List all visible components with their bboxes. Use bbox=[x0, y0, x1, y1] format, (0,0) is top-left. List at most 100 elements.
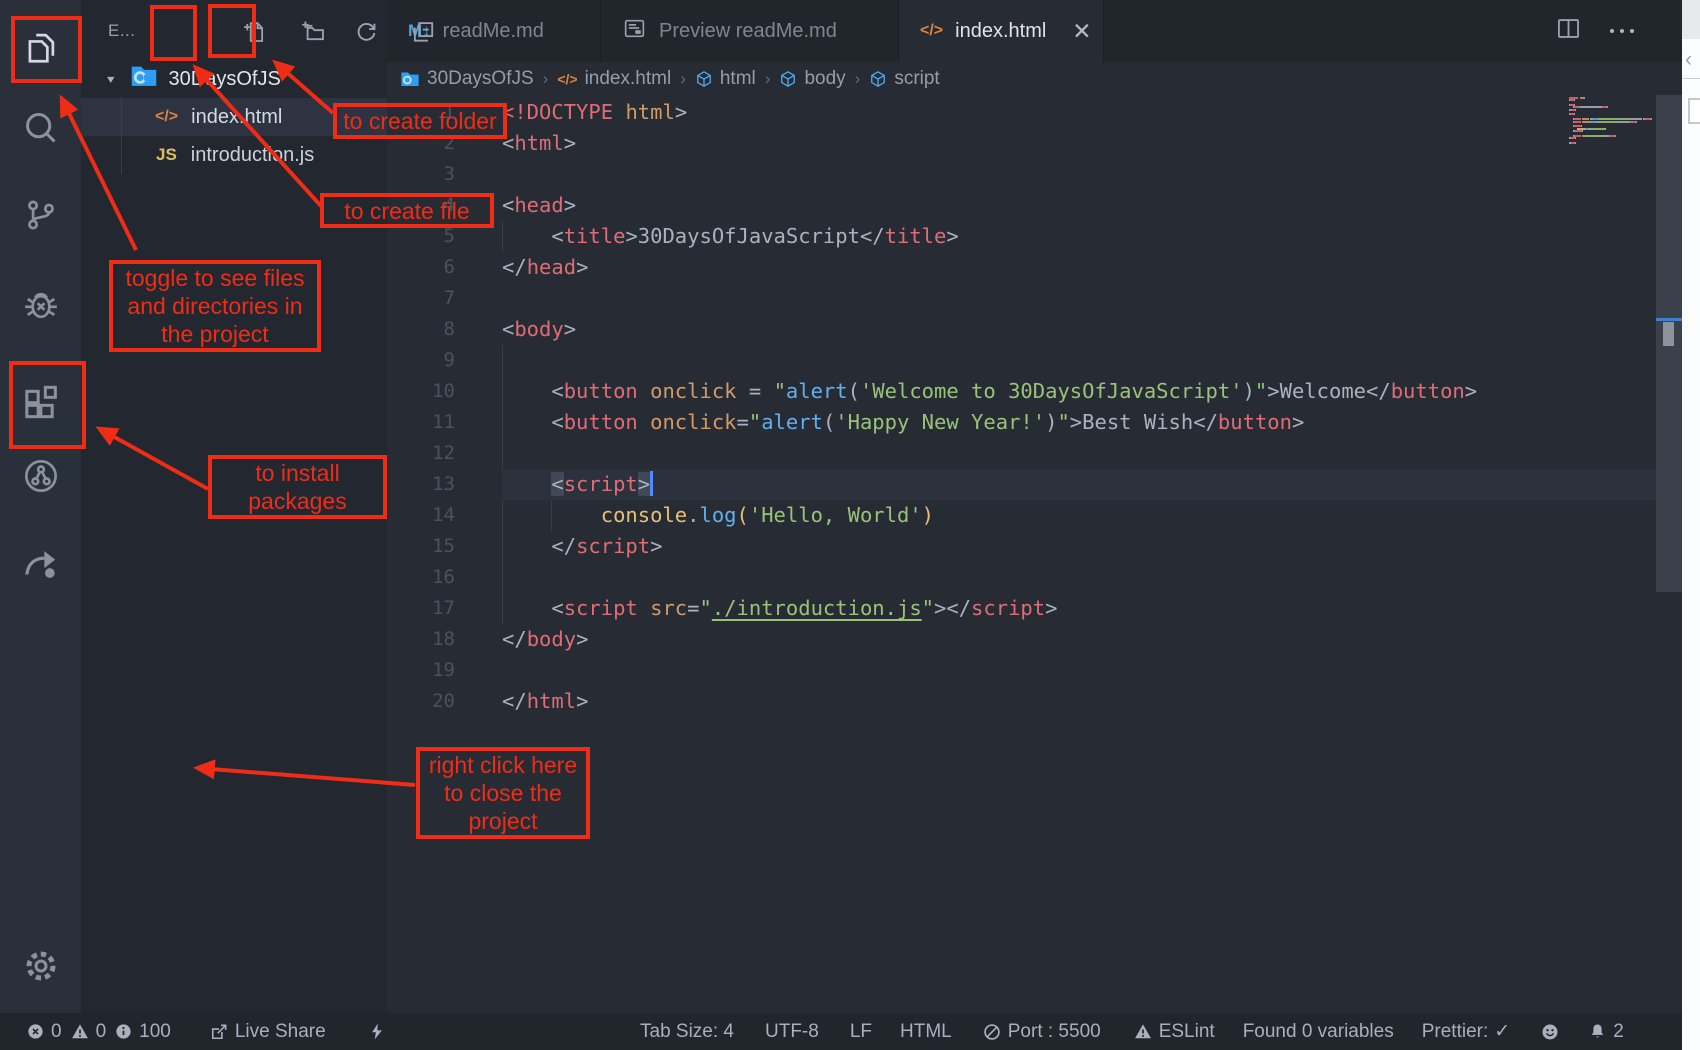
tree-indent-guide bbox=[121, 98, 122, 174]
explorer-title: E... bbox=[108, 21, 136, 41]
code-line[interactable]: 16 bbox=[387, 562, 1682, 593]
file-row-introduction-js[interactable]: JS introduction.js bbox=[81, 136, 387, 174]
code-line[interactable]: 18</body> bbox=[387, 624, 1682, 655]
code-line[interactable]: 7 bbox=[387, 283, 1682, 314]
code-line[interactable]: 19 bbox=[387, 655, 1682, 686]
code-editor[interactable]: 1<!DOCTYPE html>2<html>34<head>5 <title>… bbox=[387, 95, 1682, 1013]
more-actions-icon[interactable] bbox=[1610, 29, 1634, 33]
encoding-status[interactable]: UTF-8 bbox=[765, 1021, 819, 1043]
source-control-icon[interactable] bbox=[0, 196, 81, 234]
explorer-header: E... bbox=[81, 0, 387, 58]
info-icon bbox=[114, 1022, 133, 1041]
search-icon[interactable] bbox=[0, 109, 81, 147]
warnings-status[interactable]: 0 bbox=[70, 1021, 107, 1043]
tab-index-html[interactable]: </> index.html ✕ bbox=[899, 0, 1104, 62]
folder-icon bbox=[400, 70, 420, 88]
code-line[interactable]: 4<head> bbox=[387, 190, 1682, 221]
tab-label: index.html bbox=[955, 20, 1046, 43]
eslint-status[interactable]: ESLint bbox=[1133, 1021, 1215, 1043]
eol-status[interactable]: LF bbox=[850, 1021, 872, 1043]
folder-name: 30DaysOfJS bbox=[169, 68, 281, 91]
feedback-smiley-icon[interactable] bbox=[1540, 1022, 1560, 1042]
variables-status[interactable]: Found 0 variables bbox=[1243, 1021, 1394, 1043]
cube-icon bbox=[695, 70, 713, 88]
vscode-window: E... bbox=[0, 0, 1700, 1050]
settings-gear-icon[interactable] bbox=[0, 946, 81, 986]
tab-label: readMe.md bbox=[443, 20, 544, 43]
live-share-button[interactable]: Live Share bbox=[209, 1021, 326, 1043]
breadcrumb-item[interactable]: script bbox=[869, 68, 939, 90]
breadcrumb: 30DaysOfJS › </> index.html › html › bod… bbox=[387, 62, 1682, 95]
breadcrumb-separator: › bbox=[855, 69, 861, 89]
chevron-left-icon[interactable]: ‹ bbox=[1685, 48, 1692, 72]
lightning-icon[interactable] bbox=[368, 1021, 386, 1042]
share-icon bbox=[209, 1022, 229, 1042]
explorer-sidebar: E... bbox=[81, 0, 387, 1013]
code-line[interactable]: 11 <button onclick="alert('Happy New Yea… bbox=[387, 407, 1682, 438]
code-line[interactable]: 6</head> bbox=[387, 252, 1682, 283]
html-icon: </> bbox=[155, 108, 178, 126]
code-line[interactable]: 14 console.log('Hello, World') bbox=[387, 500, 1682, 531]
run-debug-icon[interactable] bbox=[0, 284, 81, 324]
new-folder-icon[interactable] bbox=[294, 13, 332, 51]
explorer-icon[interactable] bbox=[0, 28, 81, 66]
port-icon bbox=[982, 1022, 1002, 1042]
code-line[interactable]: 10 <button onclick = "alert('Welcome to … bbox=[387, 376, 1682, 407]
errors-status[interactable]: 0 bbox=[26, 1021, 62, 1043]
code-line[interactable]: 12 bbox=[387, 438, 1682, 469]
live-share-icon[interactable] bbox=[0, 542, 81, 582]
bell-icon bbox=[1588, 1022, 1607, 1042]
extensions-icon[interactable] bbox=[0, 383, 81, 423]
info-status[interactable]: 100 bbox=[114, 1021, 171, 1043]
folder-row-30daysofjs[interactable]: ▾ 30DaysOfJS bbox=[81, 60, 387, 98]
code-line[interactable]: 13 <script> bbox=[387, 469, 1682, 500]
chevron-down-icon: ▾ bbox=[107, 72, 115, 86]
tab-label: Preview readMe.md bbox=[659, 20, 837, 43]
tab-size-status[interactable]: Tab Size: 4 bbox=[640, 1021, 734, 1043]
scrollbar-thumb[interactable] bbox=[1663, 322, 1674, 346]
minimap[interactable] bbox=[1569, 97, 1659, 157]
check-icon: ✓ bbox=[1494, 1020, 1510, 1043]
breadcrumb-item[interactable]: html bbox=[695, 68, 756, 90]
page-edge-strip: ‹ bbox=[1682, 0, 1700, 1050]
code-line[interactable]: 8<body> bbox=[387, 314, 1682, 345]
split-editor-icon[interactable] bbox=[1555, 15, 1582, 47]
file-name: introduction.js bbox=[191, 144, 314, 167]
collapse-folders-icon[interactable] bbox=[404, 13, 442, 51]
remote-session-icon[interactable] bbox=[0, 456, 81, 496]
tab-preview-readme-md[interactable]: Preview readMe.md bbox=[601, 0, 899, 62]
language-status[interactable]: HTML bbox=[900, 1021, 952, 1043]
code-line[interactable]: 9 bbox=[387, 345, 1682, 376]
code-line[interactable]: 15 </script> bbox=[387, 531, 1682, 562]
editor-actions bbox=[1555, 0, 1634, 62]
notifications-bell[interactable]: 2 bbox=[1588, 1021, 1624, 1043]
warning-icon bbox=[70, 1022, 90, 1041]
file-row-index-html[interactable]: </> index.html bbox=[81, 98, 387, 136]
file-name: index.html bbox=[191, 106, 282, 129]
breadcrumb-item[interactable]: 30DaysOfJS bbox=[400, 68, 534, 90]
port-status[interactable]: Port : 5500 bbox=[982, 1021, 1101, 1043]
breadcrumb-item[interactable]: </> index.html bbox=[557, 68, 671, 90]
prettier-status[interactable]: Prettier:✓ bbox=[1422, 1020, 1510, 1043]
code-line[interactable]: 5 <title>30DaysOfJavaScript</title> bbox=[387, 221, 1682, 252]
cube-icon bbox=[869, 70, 887, 88]
code-line[interactable]: 3 bbox=[387, 159, 1682, 190]
edge-strip-divider bbox=[1682, 78, 1700, 79]
activity-bar bbox=[0, 0, 81, 1013]
scrollbar-highlight bbox=[1656, 318, 1682, 321]
html-icon: </> bbox=[557, 71, 577, 87]
warning-icon bbox=[1133, 1022, 1153, 1041]
breadcrumb-separator: › bbox=[765, 69, 771, 89]
code-line[interactable]: 17 <script src="./introduction.js"></scr… bbox=[387, 593, 1682, 624]
refresh-icon[interactable] bbox=[347, 13, 385, 51]
preview-icon bbox=[622, 16, 647, 47]
edge-strip-thumbnail[interactable] bbox=[1688, 98, 1700, 124]
code-lines: 1<!DOCTYPE html>2<html>34<head>5 <title>… bbox=[387, 97, 1682, 717]
code-line[interactable]: 20</html> bbox=[387, 686, 1682, 717]
code-line[interactable]: 1<!DOCTYPE html> bbox=[387, 97, 1682, 128]
breadcrumb-item[interactable]: body bbox=[779, 68, 845, 90]
new-file-icon[interactable] bbox=[235, 13, 273, 51]
close-icon[interactable]: ✕ bbox=[1072, 20, 1091, 43]
scrollbar-track[interactable] bbox=[1656, 95, 1682, 592]
code-line[interactable]: 2<html> bbox=[387, 128, 1682, 159]
